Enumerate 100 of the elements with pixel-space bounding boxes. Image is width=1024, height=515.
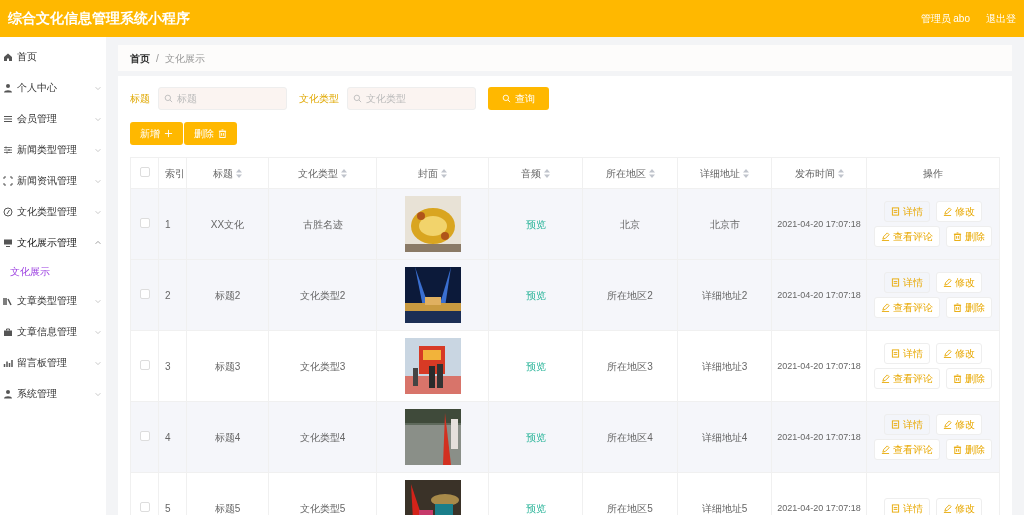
pencil-icon [943, 349, 952, 358]
pencil-icon [881, 303, 890, 312]
column-header: 索引 [158, 157, 187, 189]
edit-button[interactable]: 修改 [936, 414, 982, 435]
sidebar-item[interactable]: 系统管理 [0, 378, 106, 409]
edit-button[interactable]: 查看评论 [874, 297, 940, 318]
sort-icon[interactable] [441, 169, 447, 179]
trash-icon [953, 374, 962, 383]
delete-button[interactable]: 删除 [946, 226, 992, 247]
edit-button[interactable]: 修改 [936, 201, 982, 222]
column-header[interactable]: 封面 [376, 157, 489, 189]
sidebar-item[interactable]: 新闻类型管理 [0, 134, 106, 165]
table-cell: 2021-04-20 17:07:18 [777, 432, 861, 443]
table-cell: 2021-04-20 17:07:18 [777, 219, 861, 230]
add-button[interactable]: 新增 [130, 122, 183, 145]
delete-button[interactable]: 删除 [946, 439, 992, 460]
delete-button[interactable]: 删除 [946, 297, 992, 318]
table-cell: 文化类型4 [299, 431, 346, 443]
row-checkbox[interactable] [139, 430, 150, 441]
preview-link[interactable]: 预览 [525, 502, 546, 514]
table-cell: XX文化 [210, 218, 245, 230]
table-cell: 标题4 [214, 431, 241, 443]
breadcrumb-item[interactable]: 首页 [130, 50, 150, 66]
search-icon [502, 94, 511, 103]
table-cell: 5 [165, 502, 171, 514]
table-cell: 详细地址3 [701, 360, 748, 372]
submenu-item[interactable]: 文化展示 [0, 258, 106, 285]
document-icon [891, 349, 900, 358]
edit-button[interactable]: 修改 [936, 497, 982, 515]
sidebar-item[interactable]: 会员管理 [0, 103, 106, 134]
frame-icon [3, 175, 13, 186]
edit-button[interactable]: 修改 [936, 343, 982, 364]
preview-link[interactable]: 预览 [525, 218, 546, 230]
sidebar-item[interactable]: 文章类型管理 [0, 285, 106, 316]
sort-icon[interactable] [236, 169, 242, 179]
row-checkbox[interactable] [139, 501, 150, 512]
table-cell: 标题2 [214, 289, 241, 301]
sidebar-item[interactable]: 文化展示管理 [0, 227, 106, 258]
sort-icon[interactable] [837, 169, 844, 179]
column-header[interactable]: 详细地址 [677, 157, 772, 189]
logout-link[interactable]: 退出登 [986, 11, 1016, 26]
edit-button[interactable]: 查看评论 [874, 226, 940, 247]
table-cell: 所在地区5 [607, 502, 653, 514]
detail-button[interactable]: 详情 [884, 414, 930, 435]
column-header[interactable]: 标题 [186, 157, 269, 189]
column-header[interactable]: 音频 [488, 157, 583, 189]
monitor-icon [3, 237, 13, 248]
edit-button[interactable]: 修改 [936, 272, 982, 293]
sidebar-item[interactable]: 个人中心 [0, 72, 106, 103]
sidebar-item[interactable]: 文章信息管理 [0, 316, 106, 347]
sort-icon[interactable] [341, 169, 347, 179]
select-all-checkbox[interactable] [139, 166, 150, 177]
sort-icon[interactable] [743, 169, 749, 179]
table-cell: 文化类型2 [299, 289, 346, 301]
search-field[interactable]: 标题 [158, 87, 287, 110]
edit-button[interactable]: 查看评论 [874, 368, 940, 389]
preview-link[interactable]: 预览 [525, 431, 546, 443]
table-cell: 详细地址4 [701, 431, 748, 443]
column-header[interactable]: 发布时间 [771, 157, 867, 189]
row-checkbox[interactable] [139, 288, 150, 299]
sidebar-item[interactable]: 文化类型管理 [0, 196, 106, 227]
table-cell: 文化类型5 [299, 502, 346, 514]
preview-link[interactable]: 预览 [525, 360, 546, 372]
table-cell: 2 [165, 289, 171, 301]
table-cell: 2021-04-20 17:07:18 [777, 503, 861, 514]
detail-button[interactable]: 详情 [884, 497, 930, 515]
sort-icon[interactable] [648, 169, 655, 179]
edit-button[interactable]: 查看评论 [874, 439, 940, 460]
search-button[interactable]: 查询 [488, 87, 549, 110]
compass-icon [3, 206, 13, 217]
person-icon [3, 388, 13, 399]
user-name: 管理员 abo [920, 12, 970, 26]
preview-link[interactable]: 预览 [525, 289, 546, 301]
row-checkbox[interactable] [139, 359, 150, 370]
trash-icon [953, 232, 962, 241]
sliders-icon [3, 144, 13, 155]
sidebar-item[interactable]: 新闻资讯管理 [0, 165, 106, 196]
table-cell: 所在地区4 [607, 431, 653, 443]
column-header: 操作 [866, 157, 1000, 189]
delete-button[interactable]: 删除 [184, 122, 237, 145]
pencil-icon [943, 207, 952, 216]
sort-icon[interactable] [544, 169, 550, 179]
delete-button[interactable]: 删除 [946, 368, 992, 389]
detail-button[interactable]: 详情 [884, 201, 930, 222]
table-cell: 所在地区3 [607, 360, 653, 372]
sidebar-item[interactable]: 留言板管理 [0, 347, 106, 378]
detail-button[interactable]: 详情 [884, 272, 930, 293]
column-header[interactable]: 所在地区 [582, 157, 678, 189]
table-cell: 文化类型3 [299, 360, 346, 372]
column-header[interactable]: 文化类型 [268, 157, 377, 189]
table-cell: 所在地区2 [607, 289, 653, 301]
pencil-icon [881, 445, 890, 454]
table-cell: 标题5 [214, 502, 241, 514]
row-checkbox[interactable] [139, 217, 150, 228]
sidebar-item[interactable]: 首页 [0, 41, 106, 72]
table-cell: 2021-04-20 17:07:18 [777, 361, 861, 372]
person-icon [3, 82, 13, 93]
document-icon [891, 207, 900, 216]
table-cell: 北京市 [709, 218, 740, 230]
detail-button[interactable]: 详情 [884, 343, 930, 364]
